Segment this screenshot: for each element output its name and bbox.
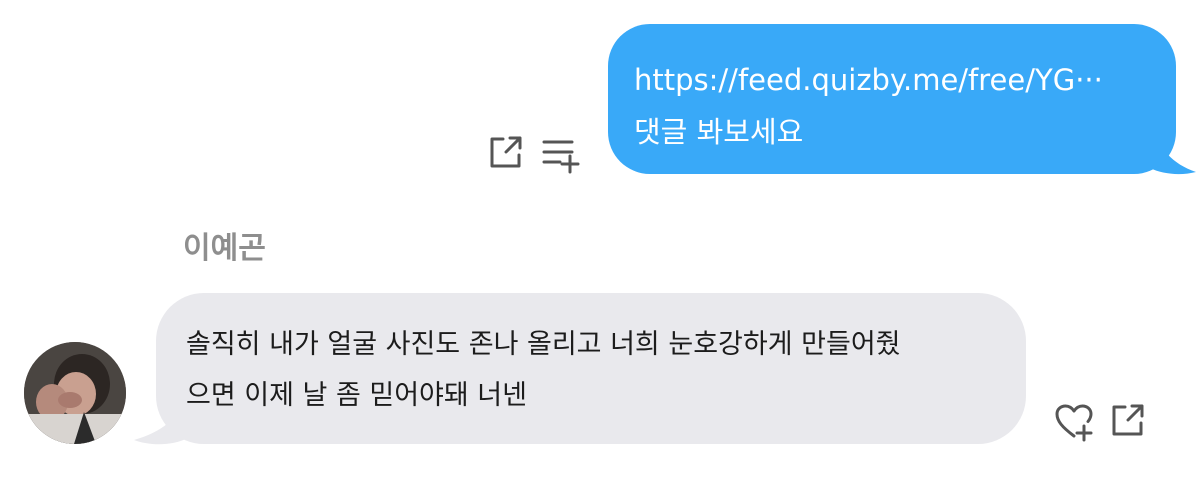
- incoming-message-bubble[interactable]: 솔직히 내가 얼굴 사진도 존나 올리고 너희 눈호강하게 만들어줬 으면 이제…: [156, 293, 1026, 444]
- outgoing-message-text: 댓글 봐보세요: [634, 115, 804, 149]
- incoming-message-actions: [1052, 400, 1152, 444]
- outgoing-message-actions: [484, 132, 584, 176]
- avatar-photo: [24, 342, 126, 444]
- outgoing-message-link[interactable]: https://feed.quizby.me/free/YG···: [634, 54, 1148, 106]
- share-icon[interactable]: [1108, 400, 1148, 440]
- avatar[interactable]: [24, 342, 126, 444]
- incoming-message-line-1: 솔직히 내가 얼굴 사진도 존나 올리고 너희 눈호강하게 만들어줬: [186, 329, 901, 360]
- heart-plus-icon[interactable]: [1054, 402, 1094, 442]
- share-icon[interactable]: [486, 132, 526, 172]
- incoming-message-line-2: 으면 이제 날 좀 믿어야돼 너넨: [186, 380, 527, 411]
- outgoing-message-bubble[interactable]: https://feed.quizby.me/free/YG··· 댓글 봐보세…: [608, 24, 1176, 174]
- sender-name[interactable]: 이예곤: [183, 226, 266, 272]
- chat-view: https://feed.quizby.me/free/YG··· 댓글 봐보세…: [0, 0, 1200, 479]
- add-to-list-icon[interactable]: [540, 134, 580, 174]
